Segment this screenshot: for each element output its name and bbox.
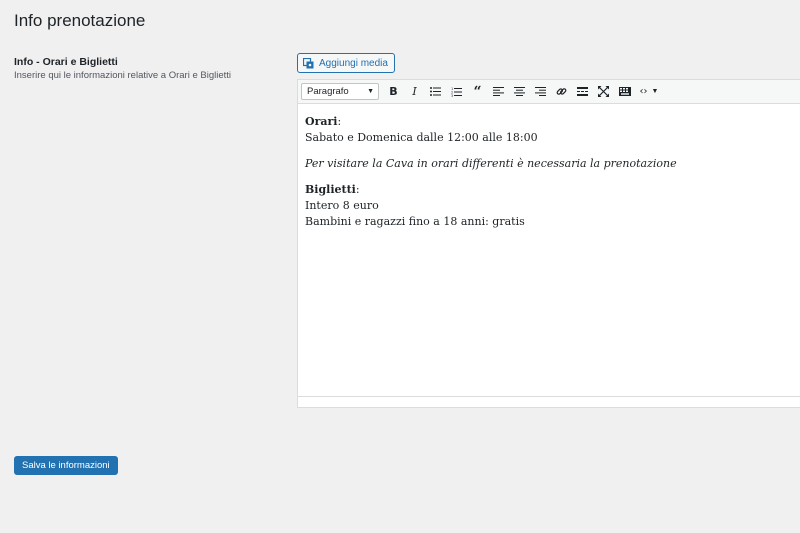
bold-button[interactable]: B — [383, 82, 404, 102]
add-media-label: Aggiungi media — [319, 57, 388, 69]
code-icon: ‹› — [639, 86, 648, 97]
note-paragraph: Per visitare la Cava in orari differenti… — [305, 156, 793, 172]
biglietti-colon: : — [355, 183, 360, 196]
align-left-button[interactable] — [488, 82, 509, 102]
numbered-list-icon: 123 — [451, 87, 462, 97]
read-more-icon — [577, 87, 588, 96]
chevron-down-icon: ▼ — [651, 88, 659, 95]
code-button[interactable]: ‹› ▼ — [635, 82, 663, 102]
bullet-list-icon — [430, 87, 441, 96]
editor-content[interactable]: Orari: Sabato e Domenica dalle 12:00 all… — [298, 104, 800, 250]
format-select-value: Paragrafo — [307, 86, 349, 97]
align-center-button[interactable] — [509, 82, 530, 102]
bambini-text: Bambini e ragazzi fino a 18 anni: gratis — [305, 215, 525, 228]
bullet-list-button[interactable] — [425, 82, 446, 102]
intero-text: Intero 8 euro — [305, 199, 379, 212]
biglietti-label: Biglietti — [305, 183, 356, 196]
orari-paragraph: Orari: Sabato e Domenica dalle 12:00 all… — [305, 114, 793, 146]
blockquote-button[interactable]: “ — [467, 82, 488, 102]
biglietti-paragraph: Biglietti: Intero 8 euro Bambini e ragaz… — [305, 182, 793, 230]
rich-text-editor: Paragrafo ▼ B I 123 “ ‹› ▼ Orari: Sabato… — [297, 79, 800, 408]
orari-colon: : — [337, 115, 342, 128]
format-select[interactable]: Paragrafo ▼ — [301, 83, 379, 100]
fullscreen-button[interactable] — [593, 82, 614, 102]
align-left-icon — [493, 87, 504, 96]
svg-text:3: 3 — [451, 94, 453, 97]
numbered-list-button[interactable]: 123 — [446, 82, 467, 102]
orari-text: Sabato e Domenica dalle 12:00 alle 18:00 — [305, 131, 538, 144]
chevron-down-icon: ▼ — [367, 88, 374, 95]
field-description: Inserire qui le informazioni relative a … — [14, 70, 232, 81]
editor-status-bar — [298, 396, 800, 407]
fullscreen-icon — [598, 86, 609, 97]
align-right-icon — [535, 87, 546, 96]
italic-button[interactable]: I — [404, 82, 425, 102]
link-icon — [556, 86, 567, 97]
blockquote-icon: “ — [473, 83, 482, 100]
align-center-icon — [514, 87, 525, 96]
save-button[interactable]: Salva le informazioni — [14, 456, 118, 475]
link-button[interactable] — [551, 82, 572, 102]
bold-icon: B — [389, 85, 398, 98]
orari-label: Orari — [305, 115, 338, 128]
prenotazione-note: Per visitare la Cava in orari differenti… — [305, 157, 677, 170]
toolbar-toggle-button[interactable] — [614, 82, 635, 102]
add-media-button[interactable]: Aggiungi media — [297, 53, 395, 73]
editor-toolbar: Paragrafo ▼ B I 123 “ ‹› ▼ — [298, 80, 800, 104]
page-title: Info prenotazione — [14, 11, 146, 30]
align-right-button[interactable] — [530, 82, 551, 102]
media-icon — [303, 57, 315, 69]
keyboard-icon — [618, 87, 631, 96]
italic-icon: I — [412, 85, 417, 98]
field-label: Info - Orari e Biglietti — [14, 56, 118, 68]
read-more-button[interactable] — [572, 82, 593, 102]
